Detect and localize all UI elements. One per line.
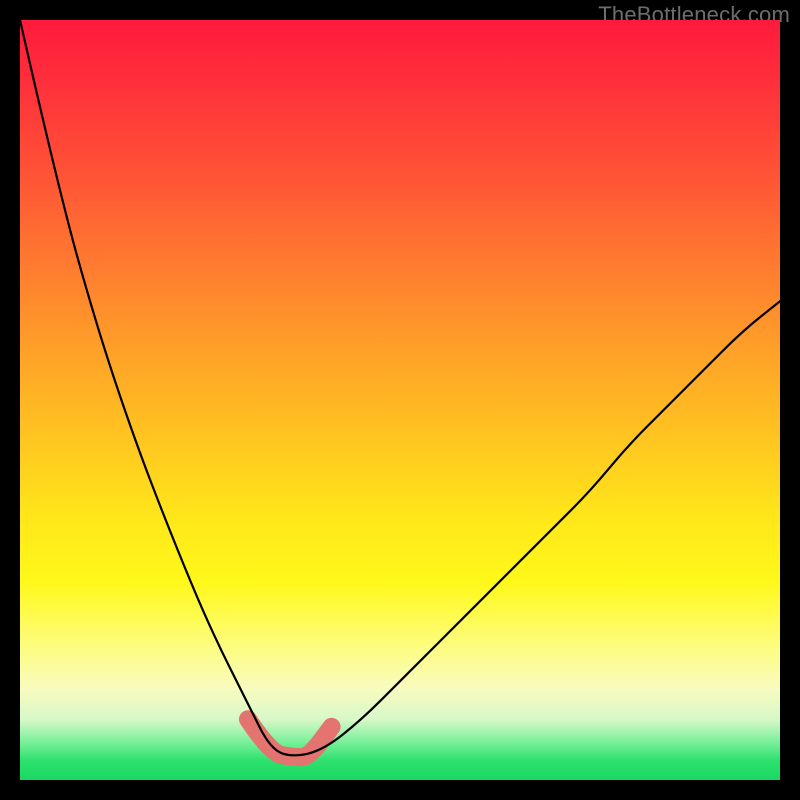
chart-stage: TheBottleneck.com bbox=[0, 0, 800, 800]
valley-highlight bbox=[248, 719, 332, 757]
curve-layer bbox=[20, 20, 780, 780]
plot-area bbox=[20, 20, 780, 780]
bottleneck-curve bbox=[20, 20, 780, 755]
